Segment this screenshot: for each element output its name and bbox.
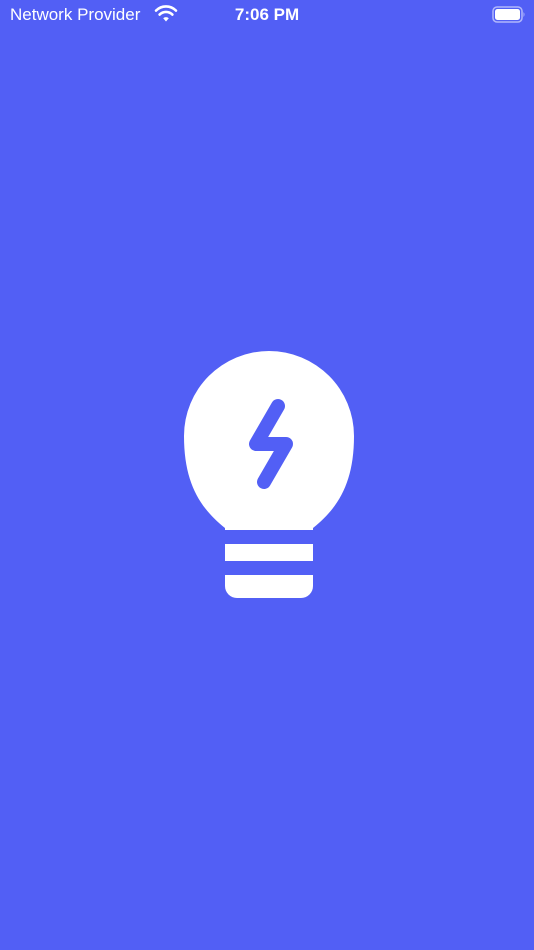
status-bar: Network Provider 7:06 PM — [0, 0, 534, 30]
battery-icon — [492, 6, 526, 23]
app-logo — [180, 348, 358, 600]
lightbulb-bolt-icon — [184, 351, 354, 598]
status-time: 7:06 PM — [234, 5, 300, 24]
splash-screen: Network Provider 7:06 PM — [0, 0, 534, 950]
